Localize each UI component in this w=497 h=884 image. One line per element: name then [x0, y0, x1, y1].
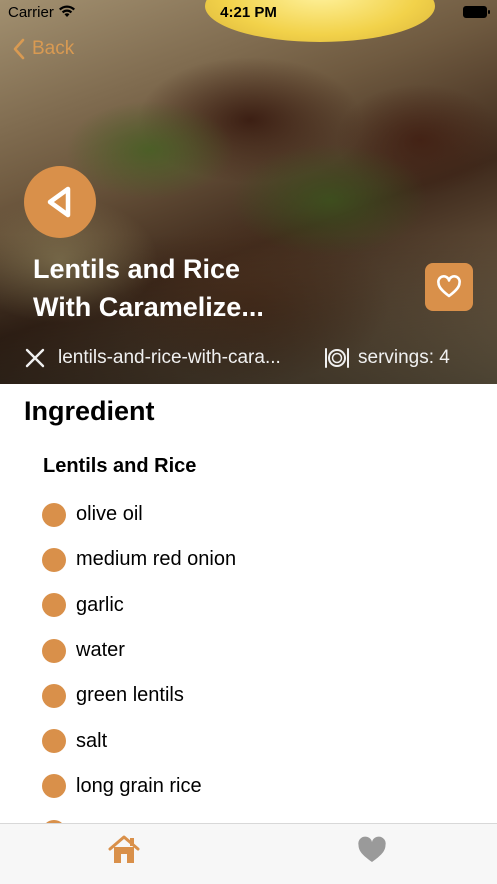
recipe-title: Lentils and Rice With Caramelize...: [33, 254, 264, 322]
ingredient-name: olive oil: [76, 503, 143, 526]
list-item: green lentils: [42, 673, 482, 718]
servings-label: servings: 4: [358, 347, 450, 368]
plate-icon: [325, 348, 349, 368]
bullet-dot-icon: [42, 774, 66, 799]
recipe-slug: lentils-and-rice-with-cara...: [58, 347, 281, 368]
bullet-dot-icon: [42, 683, 66, 708]
triangle-left-icon: [47, 186, 71, 218]
list-item: garlic: [42, 583, 482, 628]
ingredient-name: long grain rice: [76, 774, 202, 797]
tab-home[interactable]: [106, 832, 142, 868]
ingredient-name: salt: [76, 729, 108, 752]
bullet-dot-icon: [42, 547, 66, 572]
list-item: olive oil: [42, 492, 482, 537]
bullet-dot-icon: [42, 638, 66, 663]
utensils-icon: [25, 348, 45, 368]
tab-bar: [0, 823, 497, 884]
heart-icon: [358, 836, 386, 862]
list-item: long grain rice: [42, 764, 482, 809]
bullet-dot-icon: [42, 593, 66, 618]
play-button[interactable]: [24, 166, 96, 238]
recipe-meta: lentils-and-rice-with-cara... servings: …: [24, 343, 484, 373]
bullet-dot-icon: [42, 502, 66, 527]
recipe-hero-image: Carrier 4:21 PM Back Lentils and Rice Wi…: [0, 0, 497, 384]
favorite-button[interactable]: [425, 263, 473, 311]
battery-icon: [463, 6, 490, 18]
bullet-dot-icon: [42, 729, 66, 754]
ingredient-group-title: Lentils and Rice: [43, 455, 197, 477]
ingredients-heading: Ingredient: [24, 396, 155, 426]
list-item: water: [42, 628, 482, 673]
ingredient-name: garlic: [76, 593, 124, 616]
list-item: salt: [42, 718, 482, 763]
back-button[interactable]: Back: [12, 38, 74, 60]
back-label: Back: [32, 38, 75, 59]
ingredient-name: medium red onion: [76, 548, 237, 571]
ingredient-list: olive oil medium red onion garlic water …: [42, 492, 482, 854]
tab-favorites[interactable]: [354, 832, 390, 868]
list-item: medium red onion: [42, 537, 482, 582]
chevron-left-icon: [13, 38, 25, 60]
heart-outline-icon: [437, 275, 461, 298]
status-bar: Carrier 4:21 PM: [0, 0, 497, 26]
ingredient-name: green lentils: [76, 684, 184, 707]
ingredient-name: water: [76, 639, 125, 662]
status-time: 4:21 PM: [220, 4, 277, 21]
home-icon: [108, 835, 140, 863]
